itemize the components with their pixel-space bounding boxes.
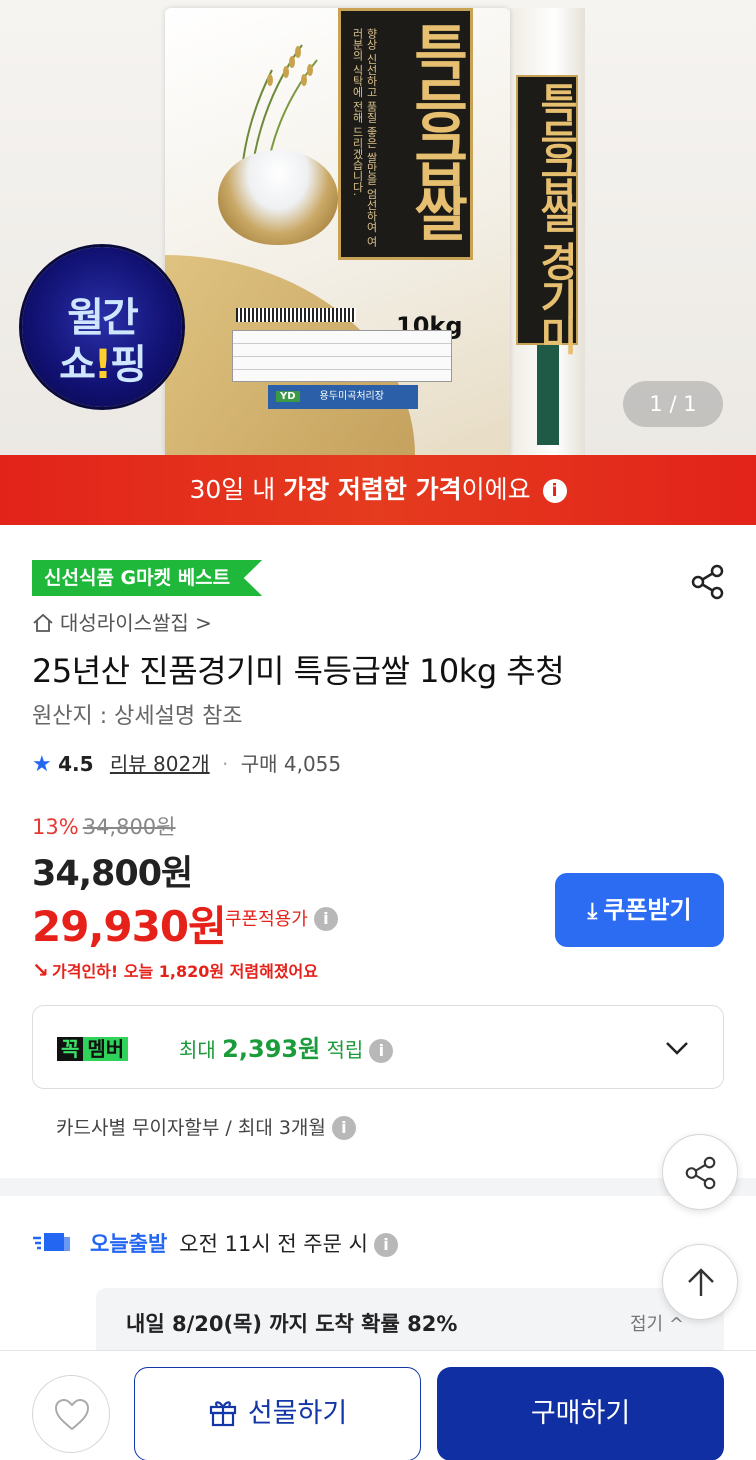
bag-subtitle: 향상 신선하고 품질 좋은 쌀만을 엄선하여 여러분의 식탁에 전해 드리겠습니… — [351, 28, 378, 247]
bag-side-strip — [537, 345, 559, 445]
price-drop-note: ↘ 가격인하! 오늘 1,820원 저렴해졌어요 — [32, 958, 318, 982]
membership-tag-b: 멤버 — [83, 1037, 129, 1061]
installment-info: 카드사별 무이자할부 / 최대 3개월 i — [56, 1113, 356, 1140]
product-origin: 원산지 : 상세설명 참조 — [32, 704, 243, 729]
membership-suffix: 적립 — [320, 1038, 364, 1062]
installment-text: 카드사별 무이자할부 / 최대 3개월 — [56, 1117, 326, 1139]
fold-toggle[interactable]: 접기 ^ — [630, 1310, 684, 1336]
bag-side-title: 특등급쌀 경기미 — [532, 82, 579, 352]
membership-amount: 2,393원 — [222, 1035, 321, 1063]
rating-separator: · — [221, 752, 229, 776]
shipping-condition: 오전 11시 전 주문 시 — [179, 1232, 368, 1256]
floating-share-button[interactable] — [662, 1134, 738, 1210]
rice-bowl-illustration — [218, 150, 338, 245]
original-price: 34,800원 — [82, 815, 176, 839]
review-link[interactable]: 리뷰 802개 — [110, 752, 210, 776]
coupon-note-label: 쿠폰적용가 — [225, 909, 308, 930]
chevron-down-icon[interactable] — [663, 1034, 691, 1062]
share-icon[interactable] — [688, 562, 728, 602]
truck-icon — [33, 1233, 70, 1251]
bag-maker-name: 용두미곡처리장 — [319, 391, 384, 402]
badge-line2-b: ! — [93, 342, 112, 388]
info-icon[interactable]: i — [373, 1233, 398, 1257]
shipping-row: 오늘출발 오전 11시 전 주문 시i — [32, 1228, 398, 1258]
sale-price: 34,800원 — [32, 854, 193, 894]
bag-label-table — [232, 330, 452, 382]
purchase-count: 구매 4,055 — [240, 752, 342, 776]
store-link[interactable]: 대성라이스쌀집 > — [32, 607, 212, 636]
membership-reward-box[interactable]: 꼭 멤버 최대 2,393원 적립 i — [32, 1005, 724, 1089]
store-name: 대성라이스쌀집 > — [60, 611, 212, 635]
info-icon[interactable]: i — [313, 907, 338, 931]
banner-bold: 가장 저렴한 가격 — [283, 475, 462, 504]
arrival-estimate-box: 내일 8/20(목) 까지 도착 확률 82% 접기 ^ — [96, 1288, 724, 1352]
badge-line2-c: 핑 — [110, 342, 147, 388]
price-drop-icon: ↘ — [32, 958, 49, 982]
bag-maker: YD 용두미곡처리장 — [268, 385, 418, 409]
membership-tag-a: 꼭 — [57, 1037, 84, 1061]
coupon-price-note: 쿠폰적용가 i — [225, 905, 338, 931]
bag-maker-logo: YD — [276, 391, 300, 402]
banner-suffix: 이에요 — [461, 475, 531, 504]
product-title: 25년산 진품경기미 특등급쌀 10kg 추청 — [32, 652, 565, 690]
section-divider — [0, 1178, 756, 1196]
monthly-shopping-badge: 월간 쇼!핑 — [22, 247, 182, 407]
best-seller-tag[interactable]: 신선식품 G마켓 베스트 — [32, 560, 263, 596]
info-icon[interactable]: i — [331, 1116, 356, 1140]
price-drop-text: 가격인하! 오늘 1,820원 저렴해졌어요 — [52, 962, 318, 981]
scroll-top-button[interactable] — [662, 1244, 738, 1320]
rating-score: 4.5 — [58, 752, 94, 776]
image-pager: 1 / 1 — [623, 381, 723, 427]
membership-prefix: 최대 — [179, 1038, 223, 1062]
discount-percent: 13% — [32, 815, 79, 839]
rating-row: ★ 4.5 리뷰 802개 · 구매 4,055 — [32, 748, 341, 777]
star-icon: ★ — [32, 752, 52, 777]
buy-button[interactable]: 구매하기 — [437, 1367, 724, 1460]
badge-line2: 쇼!핑 — [22, 332, 182, 390]
download-icon: ⤓ — [587, 899, 598, 924]
coupon-price: 29,930원 — [32, 902, 227, 951]
badge-line2-a: 쇼 — [59, 342, 96, 388]
share-icon — [685, 1156, 716, 1190]
info-icon[interactable]: i — [369, 1039, 394, 1063]
lowest-price-banner[interactable]: 30일 내 가장 저렴한 가격이에요 i — [0, 455, 756, 525]
bag-barcode — [236, 308, 356, 322]
banner-prefix: 30일 내 — [189, 475, 284, 504]
arrow-up-icon — [688, 1268, 714, 1296]
today-shipping-label: 오늘출발 — [90, 1232, 168, 1256]
home-icon — [33, 613, 53, 632]
get-coupon-button[interactable]: ⤓ 쿠폰받기 — [555, 873, 724, 947]
product-image[interactable]: 향상 신선하고 품질 좋은 쌀만을 엄선하여 여러분의 식탁에 전해 드리겠습니… — [0, 0, 756, 455]
coupon-button-label: 쿠폰받기 — [603, 896, 692, 924]
discount-row: 13% 34,800원 — [32, 811, 176, 841]
membership-tag: 꼭 멤버 — [57, 1034, 129, 1064]
arrival-estimate: 내일 8/20(목) 까지 도착 확률 82% — [126, 1312, 458, 1336]
membership-reward-text: 최대 2,393원 적립 i — [179, 1034, 394, 1065]
info-icon[interactable]: i — [542, 479, 567, 503]
bag-title: 특등급쌀 — [402, 22, 470, 238]
gift-icon — [209, 1401, 236, 1427]
wishlist-button[interactable] — [32, 1375, 110, 1453]
gift-button[interactable]: 선물하기 — [134, 1367, 421, 1460]
bottom-action-bar: 선물하기 구매하기 — [0, 1350, 756, 1460]
gift-label: 선물하기 — [247, 1398, 348, 1429]
heart-icon — [54, 1398, 90, 1431]
